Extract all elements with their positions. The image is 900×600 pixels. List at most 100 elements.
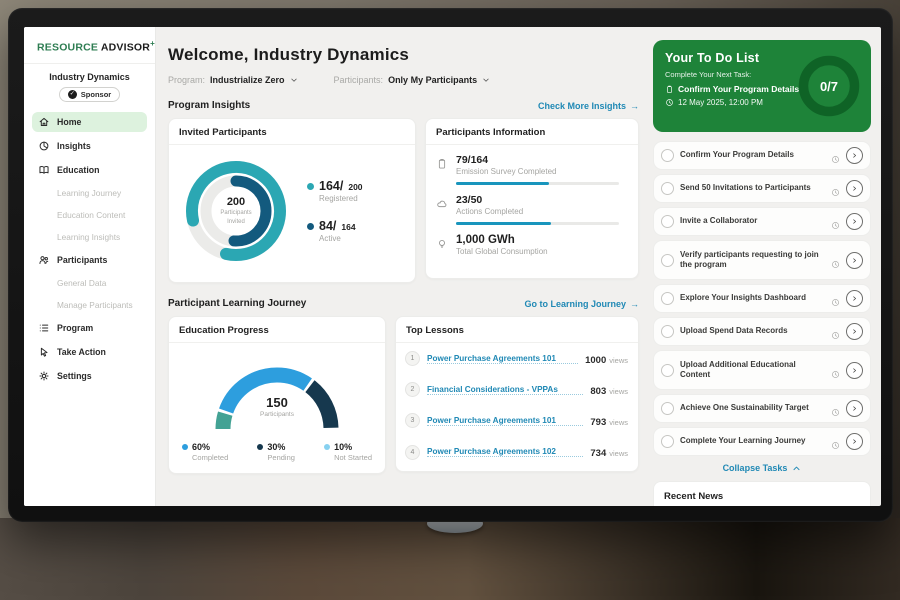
- clipboard-icon: [665, 85, 674, 94]
- sidebar-item-home[interactable]: Home: [32, 112, 147, 132]
- task-invite-collaborator[interactable]: Invite a Collaborator: [653, 207, 871, 236]
- task-checkbox[interactable]: [661, 435, 674, 448]
- task-explore-insights[interactable]: Explore Your Insights Dashboard: [653, 284, 871, 313]
- task-go-button[interactable]: [846, 252, 863, 269]
- sidebar-item-insights[interactable]: Insights: [32, 136, 147, 156]
- sidebar-item-label: Home: [57, 117, 81, 127]
- background-scene: RESOURCE ADVISOR+ Industry Dynamics ✓ Sp…: [0, 0, 900, 600]
- task-checkbox[interactable]: [661, 325, 674, 338]
- link-label: Check More Insights: [538, 101, 626, 111]
- divider: [24, 63, 155, 64]
- gauge-chart: 150 Participants: [202, 351, 352, 435]
- card-title: Education Progress: [169, 317, 385, 343]
- sidebar-item-learning-insights[interactable]: Learning Insights: [32, 228, 147, 246]
- stat-emission-survey: 79/164 Emission Survey Completed: [426, 145, 638, 185]
- collapse-tasks-link[interactable]: Collapse Tasks: [653, 463, 871, 473]
- task-label: Upload Additional Educational Content: [680, 360, 825, 381]
- pending-clock-icon: [831, 256, 840, 265]
- monitor-bezel: RESOURCE ADVISOR+ Industry Dynamics ✓ Sp…: [8, 8, 893, 522]
- sidebar-item-program[interactable]: Program: [32, 318, 147, 338]
- task-verify-participants[interactable]: Verify participants requesting to join t…: [653, 240, 871, 280]
- task-checkbox[interactable]: [661, 254, 674, 267]
- legend-active: 84/164 Active: [307, 219, 363, 243]
- legend-registered: 164/200 Registered: [307, 179, 363, 203]
- logo-plus: +: [150, 39, 155, 48]
- sidebar-nav: Home Insights Education Learning Journey…: [24, 112, 155, 386]
- sidebar-item-manage-participants[interactable]: Manage Participants: [32, 296, 147, 314]
- app-logo: RESOURCE ADVISOR+: [24, 39, 155, 54]
- lesson-row: 5 Power Purchase Agreements 103 600views: [396, 468, 638, 472]
- section-title: Program Insights: [168, 100, 250, 111]
- sponsor-badge[interactable]: ✓ Sponsor: [59, 87, 120, 102]
- sidebar-item-learning-journey[interactable]: Learning Journey: [32, 184, 147, 202]
- task-go-button[interactable]: [846, 213, 863, 230]
- task-checkbox[interactable]: [661, 215, 674, 228]
- stat-consumption: 1,000 GWh Total Global Consumption: [426, 225, 638, 256]
- task-go-button[interactable]: [846, 180, 863, 197]
- participants-dropdown[interactable]: Participants: Only My Participants: [334, 75, 491, 85]
- program-dropdown[interactable]: Program: Industrialize Zero: [168, 75, 298, 85]
- rank-badge: 1: [405, 351, 420, 366]
- sidebar-item-settings[interactable]: Settings: [32, 366, 147, 386]
- task-checkbox[interactable]: [661, 182, 674, 195]
- task-upload-spend-data[interactable]: Upload Spend Data Records: [653, 317, 871, 346]
- task-checkbox[interactable]: [661, 292, 674, 305]
- lesson-link[interactable]: Power Purchase Agreements 101: [427, 354, 578, 364]
- task-go-button[interactable]: [846, 362, 863, 379]
- people-icon: [38, 254, 50, 266]
- sidebar-item-education-content[interactable]: Education Content: [32, 206, 147, 224]
- registered-label: Registered: [319, 194, 363, 203]
- lesson-link[interactable]: Power Purchase Agreements 101: [427, 416, 583, 426]
- sidebar-item-label: Settings: [57, 371, 92, 381]
- donut-center: 200 Participants Invited: [173, 148, 299, 274]
- task-checkbox[interactable]: [661, 402, 674, 415]
- org-name: Industry Dynamics: [24, 72, 155, 82]
- check-more-insights-link[interactable]: Check More Insights →: [538, 101, 639, 111]
- sidebar-item-label: Education: [57, 165, 100, 175]
- task-go-button[interactable]: [846, 290, 863, 307]
- sidebar-item-participants[interactable]: Participants: [32, 250, 147, 270]
- todo-progress-ring: 0/7: [796, 53, 862, 119]
- insights-cards-row: Invited Participants 200: [168, 118, 639, 283]
- task-confirm-program[interactable]: Confirm Your Program Details: [653, 141, 871, 170]
- legend-not-started: 10% Not Started: [324, 442, 372, 462]
- pending-clock-icon: [831, 437, 840, 446]
- sidebar-item-take-action[interactable]: Take Action: [32, 342, 147, 362]
- lesson-link[interactable]: Financial Considerations - VPPAs: [427, 385, 583, 395]
- page-title: Welcome, Industry Dynamics: [168, 45, 639, 65]
- go-to-learning-journey-link[interactable]: Go to Learning Journey →: [524, 299, 639, 309]
- logo-primary: RESOURCE: [37, 42, 98, 54]
- task-go-button[interactable]: [846, 433, 863, 450]
- views-count: 803: [590, 386, 606, 397]
- card-title: Invited Participants: [169, 119, 415, 145]
- recent-news-title: Recent News: [664, 491, 723, 502]
- home-icon: [38, 116, 50, 128]
- sidebar-item-education[interactable]: Education: [32, 160, 147, 180]
- sidebar-item-label: Take Action: [57, 347, 106, 357]
- task-achieve-target[interactable]: Achieve One Sustainability Target: [653, 394, 871, 423]
- not-started-dot: [324, 444, 330, 450]
- rank-badge: 4: [405, 445, 420, 460]
- task-complete-learning-journey[interactable]: Complete Your Learning Journey: [653, 427, 871, 456]
- section-title: Participant Learning Journey: [168, 298, 306, 309]
- task-label: Explore Your Insights Dashboard: [680, 293, 825, 303]
- task-go-button[interactable]: [846, 147, 863, 164]
- task-label: Upload Spend Data Records: [680, 326, 825, 336]
- task-send-invitations[interactable]: Send 50 Invitations to Participants: [653, 174, 871, 203]
- participants-count-label: Participants: [202, 411, 352, 418]
- lesson-row: 1 Power Purchase Agreements 101 1000view…: [396, 343, 638, 374]
- task-checkbox[interactable]: [661, 364, 674, 377]
- pending-clock-icon: [831, 151, 840, 160]
- gauge-legend: 60% Completed 30% Pending 10% Not Starte…: [169, 442, 385, 462]
- learning-cards-row: Education Progress 150 Participants: [168, 316, 639, 474]
- task-go-button[interactable]: [846, 323, 863, 340]
- sidebar-item-general-data[interactable]: General Data: [32, 274, 147, 292]
- task-checkbox[interactable]: [661, 149, 674, 162]
- lesson-link[interactable]: Power Purchase Agreements 102: [427, 447, 583, 457]
- dashboard-screen: RESOURCE ADVISOR+ Industry Dynamics ✓ Sp…: [24, 27, 881, 506]
- views-count: 1000: [585, 355, 606, 366]
- task-go-button[interactable]: [846, 400, 863, 417]
- task-upload-educational-content[interactable]: Upload Additional Educational Content: [653, 350, 871, 390]
- participants-value: Only My Participants: [388, 75, 477, 85]
- invited-count: 200: [227, 196, 245, 208]
